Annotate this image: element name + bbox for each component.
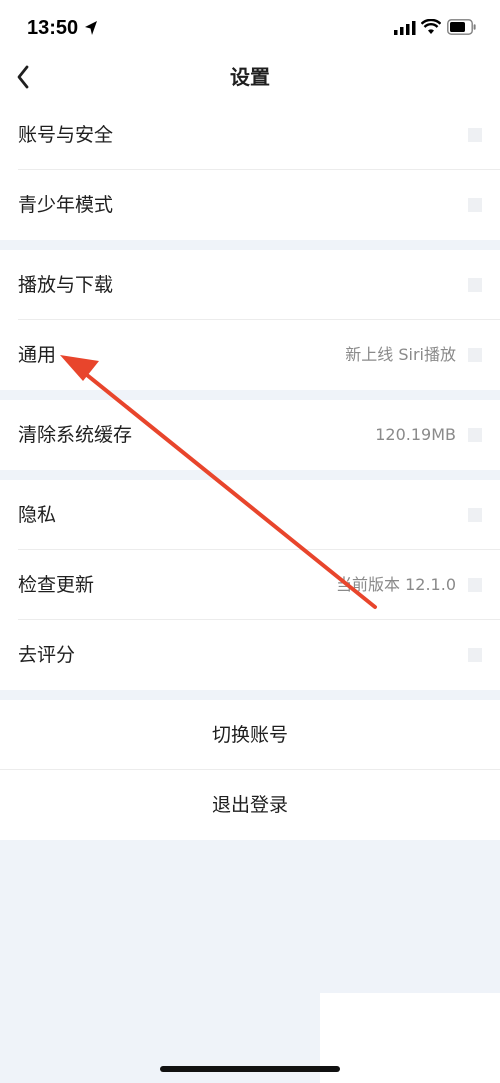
settings-group-misc: 隐私 检查更新 当前版本 12.1.0 去评分 [0, 480, 500, 690]
row-privacy[interactable]: 隐私 [0, 480, 500, 550]
cellular-signal-icon [394, 21, 416, 35]
row-label: 去评分 [18, 644, 76, 666]
bottom-white-patch [320, 993, 500, 1083]
chevron-right-icon [468, 348, 482, 362]
logout-button[interactable]: 退出登录 [0, 770, 500, 840]
chevron-right-icon [468, 278, 482, 292]
chevron-right-icon [468, 198, 482, 212]
settings-group-account: 账号与安全 青少年模式 [0, 100, 500, 240]
row-teen-mode[interactable]: 青少年模式 [0, 170, 500, 240]
row-label: 检查更新 [18, 574, 95, 596]
row-clear-cache[interactable]: 清除系统缓存 120.19MB [0, 400, 500, 470]
chevron-right-icon [468, 428, 482, 442]
row-account-security[interactable]: 账号与安全 [0, 100, 500, 170]
switch-account-label: 切换账号 [211, 724, 288, 746]
row-check-update[interactable]: 检查更新 当前版本 12.1.0 [0, 550, 500, 620]
chevron-right-icon [468, 648, 482, 662]
page-title: 设置 [230, 65, 270, 89]
settings-group-playback: 播放与下载 通用 新上线 Siri播放 [0, 250, 500, 390]
row-label: 账号与安全 [18, 124, 114, 146]
row-label: 播放与下载 [18, 274, 114, 296]
logout-label: 退出登录 [211, 794, 288, 816]
battery-icon [447, 19, 476, 35]
nav-bar: 设置 [0, 58, 500, 100]
wifi-icon [421, 19, 441, 34]
row-rate[interactable]: 去评分 [0, 620, 500, 690]
switch-account-button[interactable]: 切换账号 [0, 700, 500, 770]
row-label: 隐私 [18, 504, 57, 526]
chevron-right-icon [468, 578, 482, 592]
row-label: 清除系统缓存 [18, 424, 133, 446]
chevron-right-icon [468, 508, 482, 522]
settings-group-cache: 清除系统缓存 120.19MB [0, 400, 500, 470]
status-bar: 13:50 [0, 0, 500, 58]
row-label: 通用 [18, 344, 57, 366]
status-time: 13:50 [27, 17, 79, 39]
row-value: 新上线 Siri播放 [345, 345, 456, 364]
row-label: 青少年模式 [18, 194, 114, 216]
chevron-left-icon[interactable] [14, 64, 34, 90]
home-indicator [160, 1066, 340, 1072]
chevron-right-icon [468, 128, 482, 142]
settings-group-actions: 切换账号 退出登录 [0, 700, 500, 840]
row-value: 120.19MB [375, 425, 456, 444]
row-general[interactable]: 通用 新上线 Siri播放 [0, 320, 500, 390]
row-playback-download[interactable]: 播放与下载 [0, 250, 500, 320]
row-value: 当前版本 12.1.0 [336, 575, 456, 594]
location-arrow-icon [85, 21, 97, 35]
